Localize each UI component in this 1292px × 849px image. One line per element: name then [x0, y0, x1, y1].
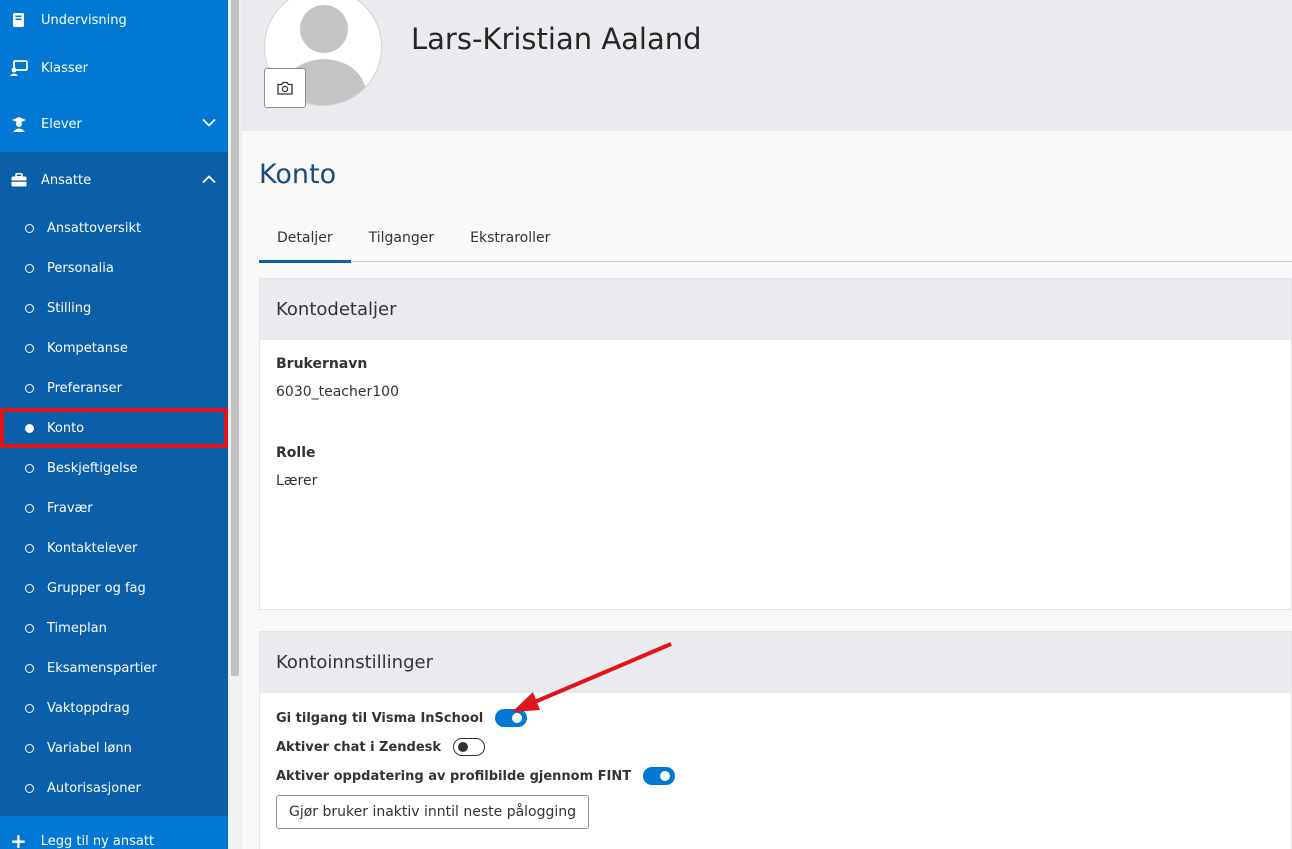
make-inactive-button[interactable]: Gjør bruker inaktiv inntil neste påloggi… [276, 795, 590, 829]
sidebar-subitem-label: Vaktoppdrag [47, 700, 130, 716]
sidebar-subitem-label: Kontaktelever [47, 540, 138, 556]
panel-title: Kontoinnstillinger [260, 632, 1291, 693]
toggle-knob [512, 713, 523, 723]
sidebar-subitem[interactable]: Variabel lønn [0, 728, 228, 768]
sidebar-subitem[interactable]: Kompetanse [0, 328, 228, 368]
tab-bar: Detaljer Tilganger Ekstraroller [259, 213, 1292, 263]
sidebar-top-nav: Undervisning Klasser Elever [0, 0, 228, 152]
sidebar-subitem-konto-active[interactable]: Konto [0, 408, 228, 448]
bullet-icon [25, 503, 34, 513]
sidebar-subitem-label: Variabel lønn [47, 740, 132, 756]
sidebar-item-klasser[interactable]: Klasser [0, 40, 228, 96]
sidebar-scrollbar[interactable] [229, 0, 241, 849]
profile-header: Lars-Kristian Aaland [242, 0, 1292, 130]
toggle-label: Aktiver chat i Zendesk [276, 739, 442, 755]
sidebar-subitem[interactable]: Eksamenspartier [0, 648, 228, 688]
inschool-access-toggle[interactable] [495, 709, 528, 727]
scrollbar-thumb[interactable] [231, 0, 239, 676]
sidebar-subitem[interactable]: Grupper og fag [0, 568, 228, 608]
sidebar-subitem[interactable]: Beskjeftigelse [0, 448, 228, 488]
bullet-filled-icon [25, 423, 34, 433]
sidebar-subitem[interactable]: Personalia [0, 248, 228, 288]
sidebar-subitem[interactable]: Vaktoppdrag [0, 688, 228, 728]
toggle-row-inschool: Gi tilgang til Visma InSchool [276, 709, 528, 727]
toggle-label: Aktiver oppdatering av profilbilde gjenn… [276, 768, 632, 784]
sidebar-subitem[interactable]: Kontaktelever [0, 528, 228, 568]
sidebar-subitem[interactable]: Preferanser [0, 368, 228, 408]
main-area: Lars-Kristian Aaland Konto Detaljer Tilg… [242, 0, 1292, 849]
sidebar-subitem-label: Autorisasjoner [47, 780, 141, 796]
chevron-up-icon [202, 173, 216, 188]
user-name: Lars-Kristian Aaland [411, 22, 702, 56]
add-employee-label: Legg til ny ansatt [40, 833, 155, 849]
sidebar-section-ansatte: Ansatte Ansattoversikt Personalia Stilli… [0, 152, 228, 808]
sidebar-subitem-label: Eksamenspartier [47, 660, 157, 676]
account-details-panel: Kontodetaljer Brukernavn 6030_teacher100… [259, 278, 1292, 610]
sidebar-subitem-label: Stilling [47, 300, 92, 316]
sidebar-subitem-label: Kompetanse [47, 340, 128, 356]
zendesk-chat-toggle[interactable] [453, 738, 486, 756]
sidebar-subitem[interactable]: Ansattoversikt [0, 208, 228, 248]
sidebar-item-label: Klasser [41, 60, 88, 76]
tab-tilganger[interactable]: Tilganger [351, 213, 453, 262]
bullet-icon [25, 263, 34, 273]
toggle-knob [458, 741, 469, 752]
sidebar-subitem-label: Konto [47, 420, 85, 436]
sidebar-subitem[interactable]: Autorisasjoner [0, 768, 228, 808]
sidebar-item-undervisning[interactable]: Undervisning [0, 0, 228, 40]
username-value: 6030_teacher100 [276, 384, 399, 400]
camera-icon [277, 81, 293, 95]
panel-title: Kontodetaljer [260, 279, 1291, 340]
fint-photo-update-toggle[interactable] [643, 767, 676, 785]
bullet-icon [25, 343, 34, 353]
sidebar-item-label: Elever [41, 116, 82, 132]
bullet-icon [25, 783, 34, 793]
bullet-icon [25, 303, 34, 313]
sidebar-subitem-label: Preferanser [47, 380, 122, 396]
plus-icon: + [10, 829, 27, 849]
book-icon [10, 11, 28, 29]
sidebar-subitem[interactable]: Timeplan [0, 608, 228, 648]
sidebar: Undervisning Klasser Elever Ansatte Ansa… [0, 0, 228, 849]
sidebar-item-label: Ansatte [41, 172, 92, 188]
bullet-icon [25, 743, 34, 753]
toggle-knob [660, 771, 671, 781]
toggle-row-zendesk: Aktiver chat i Zendesk [276, 738, 486, 756]
sidebar-subitem-label: Fravær [47, 500, 93, 516]
bullet-icon [25, 583, 34, 593]
bullet-icon [25, 383, 34, 393]
toggle-label: Gi tilgang til Visma InSchool [276, 710, 484, 726]
add-employee-button[interactable]: + Legg til ny ansatt [0, 816, 228, 849]
bullet-icon [25, 543, 34, 553]
classroom-icon [10, 59, 28, 77]
tab-ekstraroller[interactable]: Ekstraroller [452, 213, 568, 262]
sidebar-item-ansatte[interactable]: Ansatte [0, 152, 228, 208]
page-title: Konto [259, 159, 337, 190]
bullet-icon [25, 623, 34, 633]
sidebar-subitem-label: Personalia [47, 260, 114, 276]
toggle-row-fint: Aktiver oppdatering av profilbilde gjenn… [276, 767, 676, 785]
bullet-icon [25, 663, 34, 673]
sidebar-subitem[interactable]: Fravær [0, 488, 228, 528]
chevron-down-icon [202, 117, 216, 132]
role-label: Rolle [276, 445, 316, 461]
sidebar-subitem-label: Beskjeftigelse [47, 460, 138, 476]
tab-detaljer[interactable]: Detaljer [259, 213, 351, 263]
bullet-icon [25, 223, 34, 233]
account-settings-panel: Kontoinnstillinger Gi tilgang til Visma … [259, 631, 1292, 849]
username-label: Brukernavn [276, 356, 368, 372]
content-area: Konto Detaljer Tilganger Ekstraroller Ko… [242, 131, 1292, 849]
sidebar-subitem[interactable]: Stilling [0, 288, 228, 328]
students-icon [10, 115, 28, 133]
sidebar-subitem-label: Grupper og fag [47, 580, 146, 596]
briefcase-icon [10, 171, 28, 189]
sidebar-item-elever[interactable]: Elever [0, 96, 228, 152]
sidebar-subitem-label: Ansattoversikt [47, 220, 142, 236]
role-value: Lærer [276, 473, 318, 489]
bullet-icon [25, 703, 34, 713]
change-photo-button[interactable] [264, 68, 306, 108]
sidebar-subitem-label: Timeplan [47, 620, 107, 636]
sidebar-item-label: Undervisning [41, 12, 127, 28]
bullet-icon [25, 463, 34, 473]
